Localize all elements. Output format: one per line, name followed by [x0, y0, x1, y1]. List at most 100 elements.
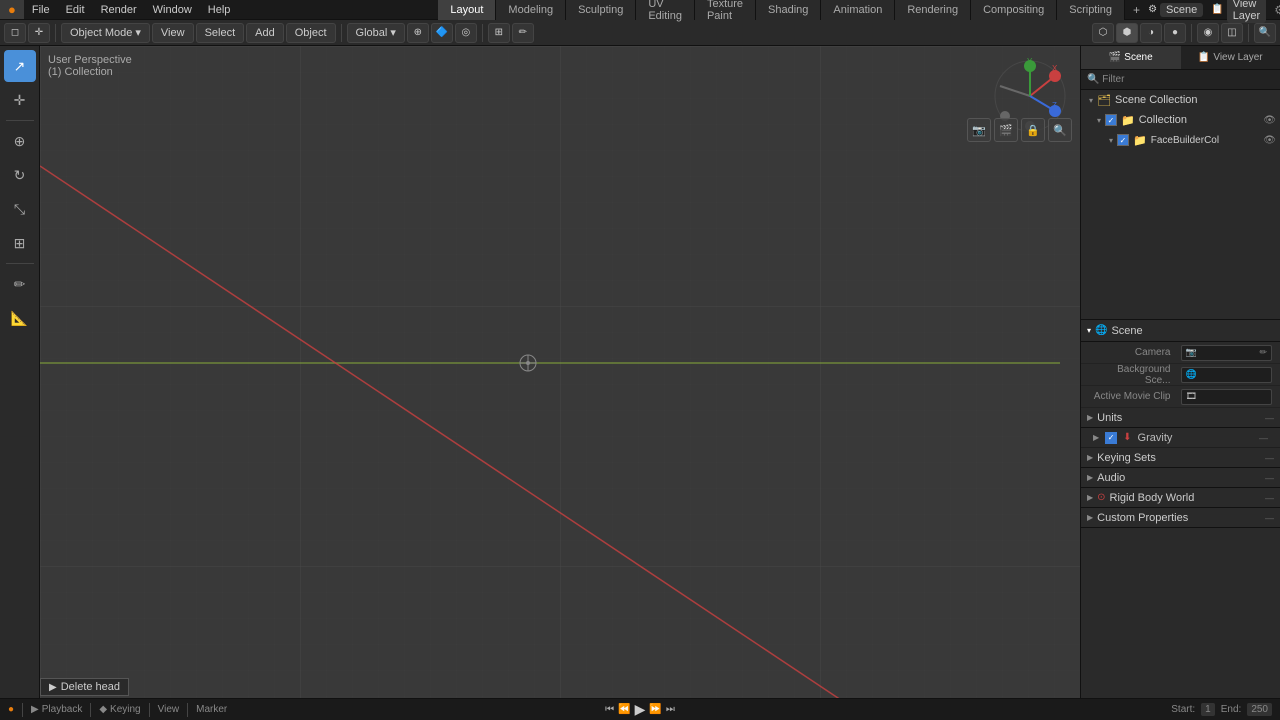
gravity-item[interactable]: ▶ ✓ ⬇ Gravity — [1081, 428, 1280, 448]
facebuilder-eye-icon[interactable]: 👁 [1263, 135, 1276, 146]
outliner-scene-collection[interactable]: ▾ 🗂 Scene Collection [1081, 90, 1280, 110]
units-label: Units [1097, 412, 1122, 424]
toolbar-cursor-icon[interactable]: ✛ [28, 23, 50, 43]
ws-tab-animation[interactable]: Animation [821, 0, 895, 20]
proportional-edit-btn[interactable]: ◎ [455, 23, 477, 43]
material-shading-btn[interactable]: ◑ [1140, 23, 1162, 43]
toolbar-select-box-icon[interactable]: ◻ [4, 23, 26, 43]
delete-head-label: Delete head [61, 681, 120, 693]
camera-pencil-icon[interactable]: ✏ [1259, 347, 1267, 358]
gravity-check[interactable]: ✓ [1105, 432, 1117, 444]
camera-icon: 📷 [1186, 347, 1197, 358]
rigid-body-label: Rigid Body World [1110, 492, 1195, 504]
audio-section-header[interactable]: ▶ Audio — [1081, 468, 1280, 488]
xray-toggle-btn[interactable]: ◫ [1221, 23, 1243, 43]
scale-tool-btn[interactable]: ⤡ [4, 193, 36, 225]
select-menu-btn[interactable]: Select [196, 23, 245, 43]
custom-props-header[interactable]: ▶ Custom Properties — [1081, 508, 1280, 528]
scene-name-display[interactable]: Scene [1160, 3, 1203, 17]
ws-tab-modeling[interactable]: Modeling [496, 0, 566, 20]
ws-tab-rendering[interactable]: Rendering [895, 0, 971, 20]
render-view-btn[interactable]: 🎬 [994, 118, 1018, 142]
menu-render[interactable]: Render [93, 0, 145, 19]
next-frame-btn[interactable]: ⏩ [649, 704, 661, 715]
movie-clip-value[interactable]: 🎞 [1181, 389, 1273, 405]
rigid-body-icon: ⊙ [1097, 492, 1105, 503]
status-keying[interactable]: ◆ Keying [99, 704, 140, 715]
header-settings-icon[interactable]: ⚙ [1274, 3, 1280, 17]
camera-view-btn[interactable]: 📷 [967, 118, 991, 142]
wireframe-shading-btn[interactable]: ⬡ [1092, 23, 1114, 43]
rotate-tool-btn[interactable]: ↻ [4, 159, 36, 191]
vp-search-btn[interactable]: 🔍 [1048, 118, 1072, 142]
prev-frame-btn[interactable]: ⏪ [618, 704, 630, 715]
ws-tab-uv-editing[interactable]: UV Editing [636, 0, 695, 20]
ws-tab-add[interactable]: + [1125, 0, 1148, 20]
collection-eye-icon[interactable]: 👁 [1263, 115, 1276, 126]
ws-tab-compositing[interactable]: Compositing [971, 0, 1057, 20]
outliner-collection[interactable]: ▾ ✓ 📁 Collection 👁 [1081, 110, 1280, 130]
status-marker[interactable]: Marker [196, 704, 227, 715]
object-mode-dropdown[interactable]: Object Mode ▾ [61, 23, 150, 43]
menu-help[interactable]: Help [200, 0, 239, 19]
play-pause-btn[interactable]: ▶ [635, 701, 646, 718]
move-tool-btn[interactable]: ⊕ [4, 125, 36, 157]
status-view[interactable]: View [158, 704, 180, 715]
rigid-body-world-header[interactable]: ▶ ⊙ Rigid Body World — [1081, 488, 1280, 508]
add-menu-btn[interactable]: Add [246, 23, 284, 43]
bg-scene-value[interactable]: 🌐 [1181, 367, 1273, 383]
viewport-overlays-btn[interactable]: ◉ [1197, 23, 1219, 43]
outliner-header: 🔍 Filter [1081, 70, 1280, 90]
ws-tab-scripting[interactable]: Scripting [1057, 0, 1125, 20]
view-layer-tab[interactable]: 📋 View Layer [1181, 46, 1280, 69]
menu-edit[interactable]: Edit [58, 0, 93, 19]
outliner-facebuilder-col[interactable]: ▾ ✓ 📁 FaceBuilderCol 👁 [1081, 130, 1280, 150]
left-toolbar: ↗ ✛ ⊕ ↻ ⤡ ⊞ ✏ 📐 [0, 46, 40, 698]
camera-value[interactable]: 📷 ✏ [1181, 345, 1273, 361]
jump-end-btn[interactable]: ⏭ [666, 704, 675, 715]
viewport-overlay-buttons: 📷 🎬 🔒 🔍 [874, 54, 1072, 142]
measure-tool-btn[interactable]: 📐 [4, 302, 36, 334]
solid-shading-btn[interactable]: ⬢ [1116, 23, 1138, 43]
facebuilder-icon: 📁 [1133, 134, 1147, 147]
bg-scene-icon: 🌐 [1186, 369, 1197, 380]
view-layer-display[interactable]: View Layer [1227, 0, 1267, 23]
cursor-tool-btn[interactable]: ✛ [4, 84, 36, 116]
annotations-btn[interactable]: ✏ [512, 23, 534, 43]
status-playback[interactable]: ▶ Playback [31, 704, 82, 715]
jump-start-btn[interactable]: ⏮ [605, 704, 614, 715]
units-section-header[interactable]: ▶ Units — [1081, 408, 1280, 428]
rendered-shading-btn[interactable]: ● [1164, 23, 1186, 43]
keying-sets-header[interactable]: ▶ Keying Sets — [1081, 448, 1280, 468]
ws-tab-shading[interactable]: Shading [756, 0, 821, 20]
menu-window[interactable]: Window [145, 0, 200, 19]
toolbar-sep-1 [55, 24, 56, 42]
end-frame-value[interactable]: 250 [1247, 703, 1272, 716]
scene-section-header[interactable]: ▾ 🌐 Scene [1081, 320, 1280, 342]
vp-lock-btn[interactable]: 🔒 [1021, 118, 1045, 142]
ws-tab-layout[interactable]: Layout [438, 0, 496, 20]
view-menu-btn[interactable]: View [152, 23, 194, 43]
menu-file[interactable]: File [24, 0, 58, 19]
object-menu-btn[interactable]: Object [286, 23, 336, 43]
transform-global-dropdown[interactable]: Global ▾ [347, 23, 405, 43]
scene-tab[interactable]: 🎬 Scene [1081, 46, 1181, 69]
annotate-tool-btn[interactable]: ✏ [4, 268, 36, 300]
transform-tool-btn[interactable]: ⊞ [4, 227, 36, 259]
facebuilder-check[interactable]: ✓ [1117, 134, 1129, 146]
collection-check[interactable]: ✓ [1105, 114, 1117, 126]
start-frame-value[interactable]: 1 [1201, 703, 1215, 716]
viewport-gizmo-settings[interactable]: 🔍 [1254, 23, 1276, 43]
pivot-point-btn[interactable]: ⊕ [407, 23, 429, 43]
playback-label: Playback [42, 704, 83, 715]
blender-logo[interactable]: ● [0, 0, 24, 19]
ws-tab-texture-paint[interactable]: Texture Paint [695, 0, 756, 20]
viewport[interactable]: User Perspective (1) Collection X Y Z [40, 46, 1080, 698]
left-sep-1 [6, 120, 34, 121]
select-tool-btn[interactable]: ↗ [4, 50, 36, 82]
gravity-icon: ⬇ [1123, 432, 1131, 443]
ws-tab-sculpting[interactable]: Sculpting [566, 0, 636, 20]
snapping-btn[interactable]: 🔷 [431, 23, 453, 43]
units-expand-icon: — [1265, 413, 1274, 423]
transform-gizmo-btn[interactable]: ⊞ [488, 23, 510, 43]
